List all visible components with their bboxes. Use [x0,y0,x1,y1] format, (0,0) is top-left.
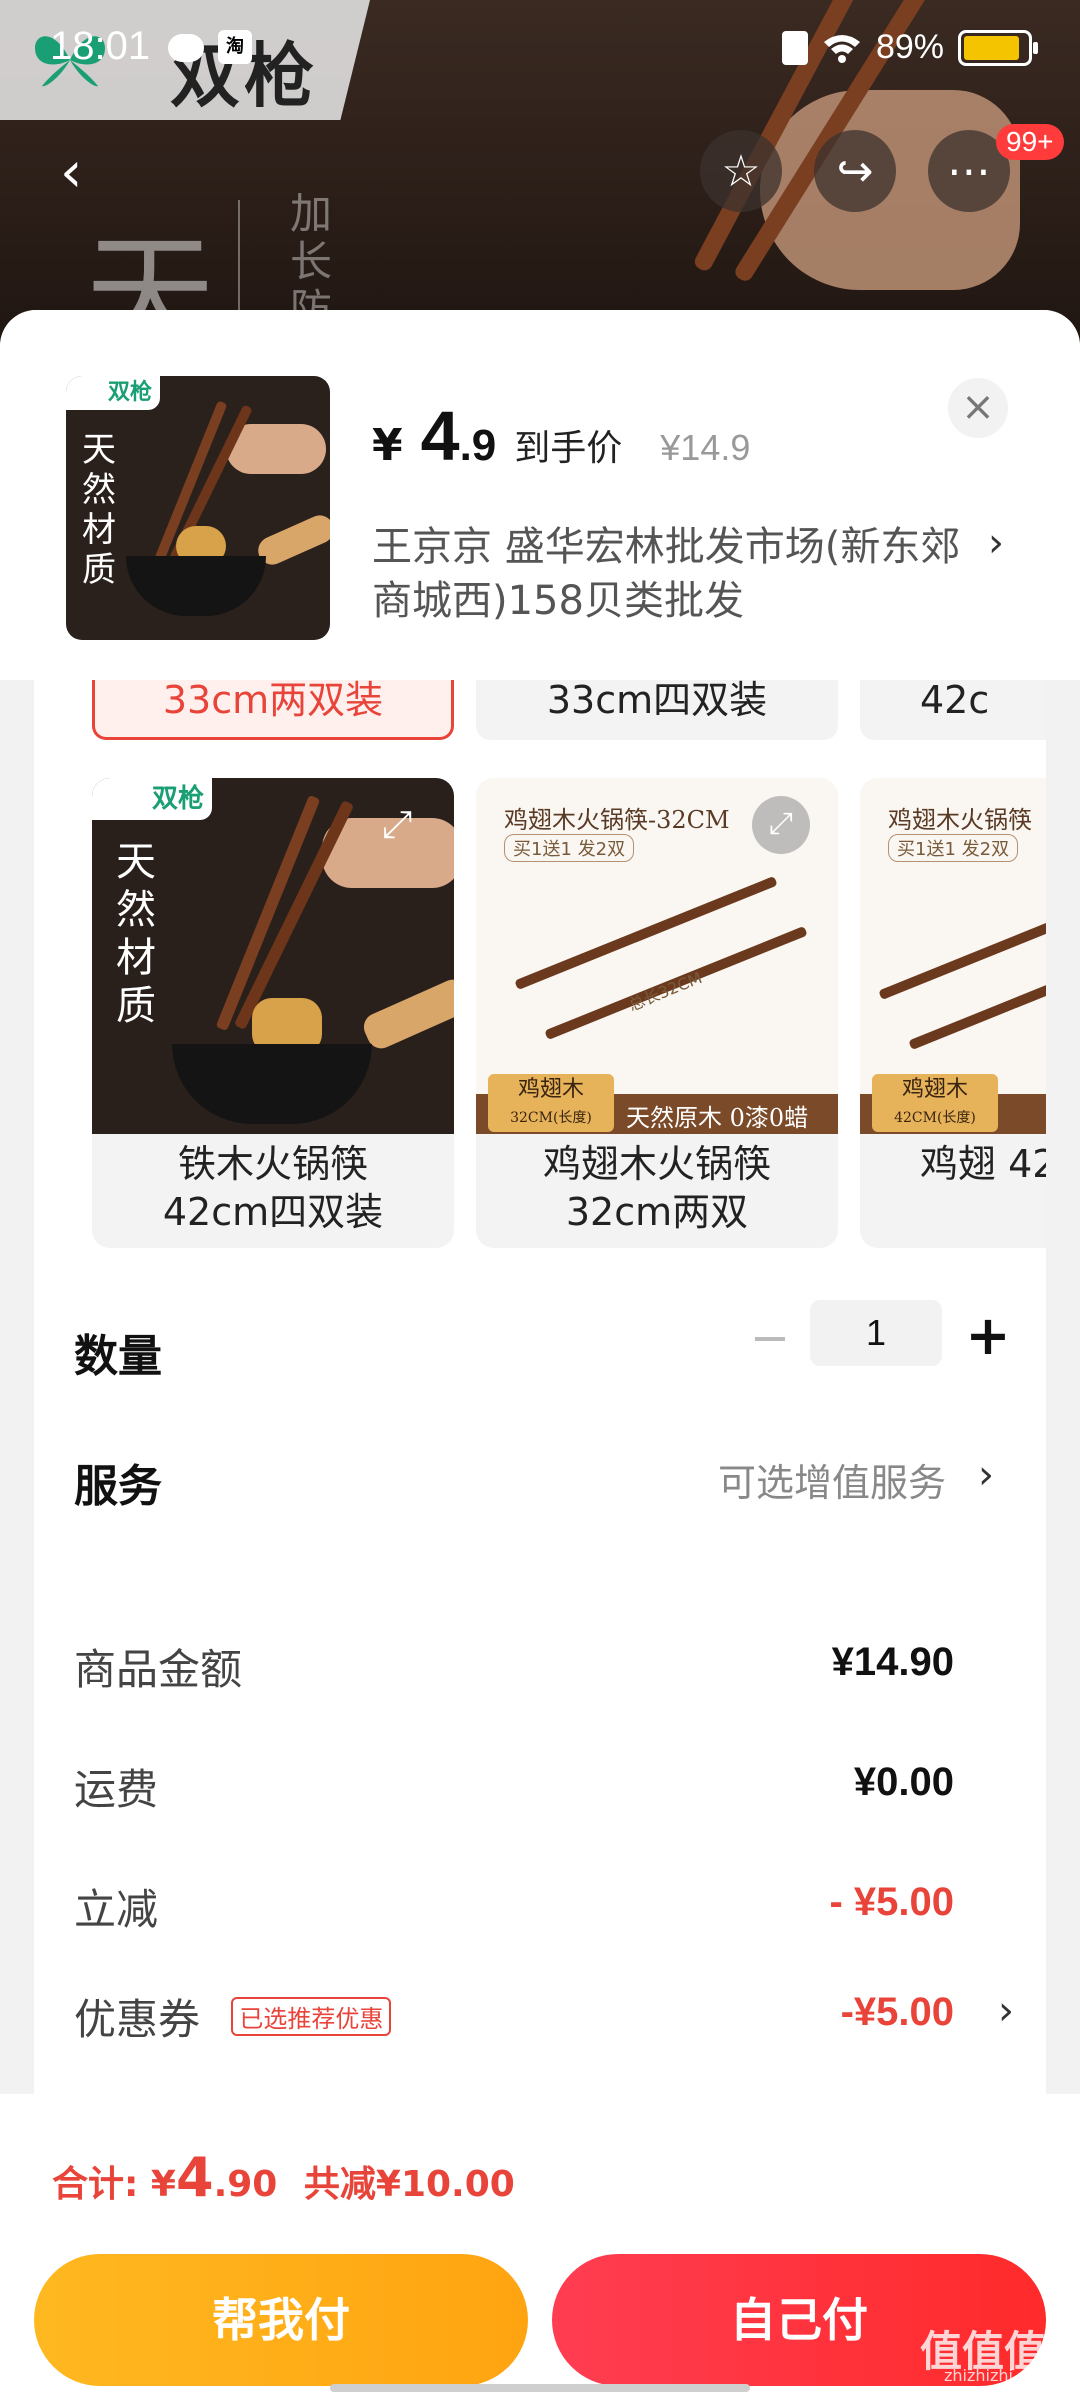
divider [238,200,240,320]
variant-option[interactable]: 33cm四双装 [476,680,838,740]
summary-row-discount: 立减 - ¥5.00 [74,1876,1014,1946]
chevron-right-icon[interactable]: › [988,520,1004,566]
battery-percent: 89% [875,28,944,66]
thumb-pan [126,556,266,616]
total-saving: 共减¥10.00 [303,2164,515,2205]
price-decimal: .9 [459,421,497,470]
variant-caption: 鸡翅 42 [920,1142,1046,1186]
price-summary: 商品金额 ¥14.90 运费 ¥0.00 立减 - ¥5.00 优惠券 已选推荐… [34,1578,1046,2138]
ad-chopstick [514,875,778,991]
variant-image: 双枪 天然材质 ⤢ [92,778,454,1134]
cloud-icon [168,34,204,62]
help-pay-button[interactable]: 帮我付 [34,2254,528,2386]
card-chopstick [215,794,321,1032]
card-brand: 双枪 [92,778,212,820]
ad-subtitle: 买1送1 发2双 [504,834,635,862]
variant-card[interactable]: 鸡翅木火锅筷-32CM 买1送1 发2双 总长32CM 鸡翅木 32CM(长度)… [476,778,838,1248]
total-amount: 合计: ¥4.90 共减¥10.00 [52,2146,515,2209]
status-time: 18:01 [50,24,151,68]
battery-icon [958,29,1038,66]
variant-option[interactable]: 33cm两双装 [92,680,454,740]
ad-tag-sub: 32CM(长度) [510,1110,592,1126]
variant-image: 鸡翅木火锅筷 买1送1 发2双 鸡翅木 42CM(长度) [860,778,1046,1134]
original-price: ¥14.9 [660,427,751,468]
variant-card[interactable]: 鸡翅木火锅筷 买1送1 发2双 鸡翅木 42CM(长度) 鸡翅 42 [860,778,1046,1248]
total-prefix: 合计: ¥ [52,2164,176,2205]
taobao-icon: 淘 [218,30,252,64]
chevron-right-icon[interactable]: › [978,1452,994,1498]
price-currency: ¥ [372,420,403,471]
shipping-value: ¥0.00 [853,1760,954,1804]
variant-image: 鸡翅木火锅筷-32CM 买1送1 发2双 总长32CM 鸡翅木 32CM(长度)… [476,778,838,1134]
goods-amount-value: ¥14.90 [831,1640,954,1684]
discount-label: 立减 [74,1885,159,1934]
summary-row-shipping: 运费 ¥0.00 [74,1756,1014,1826]
sim-icon [781,30,808,65]
service-value[interactable]: 可选增值服务 [718,1452,946,1507]
card-pan-handle [359,975,454,1053]
coupon-label: 优惠券 [74,1995,201,2044]
coupon-tag: 已选推荐优惠 [231,1997,392,2036]
watermark-sub: zhizhizhi.com [944,2366,1053,2385]
ad-tag: 鸡翅木 32CM(长度) [488,1074,614,1132]
ad-tag-text: 鸡翅木 [901,1077,968,1102]
back-button[interactable]: ‹ [60,145,100,205]
quantity-input[interactable]: 1 [810,1300,942,1366]
chevron-right-icon[interactable]: › [998,1988,1014,2034]
expand-icon[interactable]: ⤢ [368,796,426,854]
total-integer: 4 [175,2146,214,2209]
thumb-brand: 双枪 [66,376,160,410]
summary-row-coupon[interactable]: 优惠券 已选推荐优惠 -¥5.00 › [74,1986,1014,2056]
variant-grid: 33cm两双装 33cm四双装 42c 双枪 天然材质 ⤢ 铁木火锅筷 42cm… [34,680,1046,1680]
product-thumbnail[interactable]: 双枪 天然材质 [66,376,330,640]
ad-title: 鸡翅木火锅筷-32CM [504,806,730,834]
coupon-value[interactable]: -¥5.00 [841,1990,954,2035]
status-right: 89% [781,28,1038,67]
ad-chopstick [878,885,1046,1001]
card-title: 天然材质 [116,839,156,1029]
quantity-decrease-button[interactable]: − [740,1308,800,1368]
checkout-bar: 合计: ¥4.90 共减¥10.00 帮我付 自己付 [0,2094,1080,2400]
ad-subtitle: 买1送1 发2双 [888,834,1019,862]
home-indicator[interactable] [330,2384,750,2392]
ad-band-text: 天然原木 0漆0蜡 [626,1104,809,1132]
quantity-label: 数量 [74,1331,162,1382]
card-pan [172,1044,372,1124]
total-decimal: .90 [213,2164,278,2205]
ad-dimension: 总长32CM [625,968,705,1015]
favorite-star-icon[interactable]: ☆ [700,130,782,212]
close-icon[interactable]: × [948,378,1008,438]
ad-tag-text: 鸡翅木 [517,1077,584,1102]
ad-title: 鸡翅木火锅筷 [888,806,1032,834]
ad-tag: 鸡翅木 42CM(长度) [872,1074,998,1132]
seller-name[interactable]: 王京京 盛华宏林批发市场(新东郊商城西)158贝类批发 [372,520,992,628]
sheet-header: 双枪 天然材质 ¥ 4 .9 到手价 ¥14.9 王京京 盛华宏林批发市场(新东… [0,310,1080,680]
variant-caption: 鸡翅木火锅筷 32cm两双 [542,1142,771,1234]
price-integer: 4 [420,397,460,475]
summary-row-goods: 商品金额 ¥14.90 [74,1636,1014,1706]
discount-value: - ¥5.00 [829,1880,954,1924]
price-label: 到手价 [514,428,623,469]
coupon-label-wrap: 优惠券 已选推荐优惠 [74,1986,392,2047]
status-bar: 18:01 淘 89% [0,0,1080,100]
variant-card[interactable]: 双枪 天然材质 ⤢ 铁木火锅筷 42cm四双装 [92,778,454,1248]
wifi-icon [823,34,860,63]
variant-caption: 铁木火锅筷 42cm四双装 [162,1142,384,1234]
goods-amount-label: 商品金额 [74,1645,243,1694]
message-badge: 99+ [996,124,1064,160]
ad-tag-sub: 42CM(长度) [894,1110,976,1126]
variant-option[interactable]: 42c [860,680,1046,740]
price-row: ¥ 4 .9 到手价 ¥14.9 [372,396,750,476]
service-label: 服务 [74,1461,162,1512]
shipping-label: 运费 [74,1765,159,1814]
share-icon[interactable]: ↪ [814,130,896,212]
expand-icon[interactable]: ⤢ [752,796,810,854]
quantity-increase-button[interactable]: + [958,1306,1018,1366]
